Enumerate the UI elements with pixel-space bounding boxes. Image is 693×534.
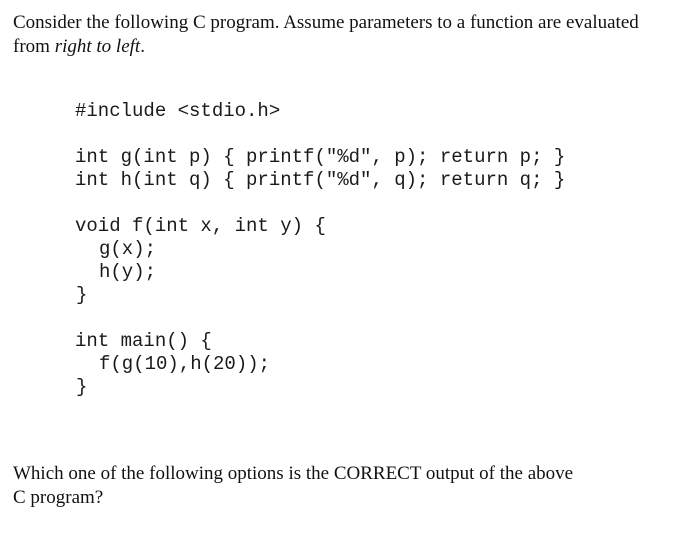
question-intro-prefix: from (13, 36, 55, 57)
question-intro: Consider the following C program. Assume… (13, 11, 639, 59)
question-intro-line2: from right to left. (13, 35, 639, 59)
question-prompt-line1: Which one of the following options is th… (13, 463, 574, 484)
code-close-main: } (76, 376, 88, 398)
code-func-f-signature: void f(int x, int y) { (75, 215, 326, 237)
code-include: #include <stdio.h> (75, 100, 281, 122)
question-prompt-line2: C program? (13, 487, 104, 508)
question-intro-suffix: . (140, 36, 145, 57)
question-prompt: Which one of the following options is th… (13, 462, 573, 510)
code-func-h: int h(int q) { printf("%d", q); return q… (75, 169, 566, 191)
code-func-g: int g(int p) { printf("%d", p); return p… (75, 146, 566, 168)
question-intro-line1: Consider the following C program. Assume… (13, 12, 639, 33)
code-main-signature: int main() { (75, 330, 212, 352)
code-main-body: f(g(10),h(20)); (99, 353, 271, 375)
code-call-g: g(x); (99, 238, 157, 260)
code-call-h: h(y); (99, 261, 157, 283)
code-close-f: } (76, 284, 88, 306)
evaluation-order-emphasis: right to left (54, 36, 141, 57)
